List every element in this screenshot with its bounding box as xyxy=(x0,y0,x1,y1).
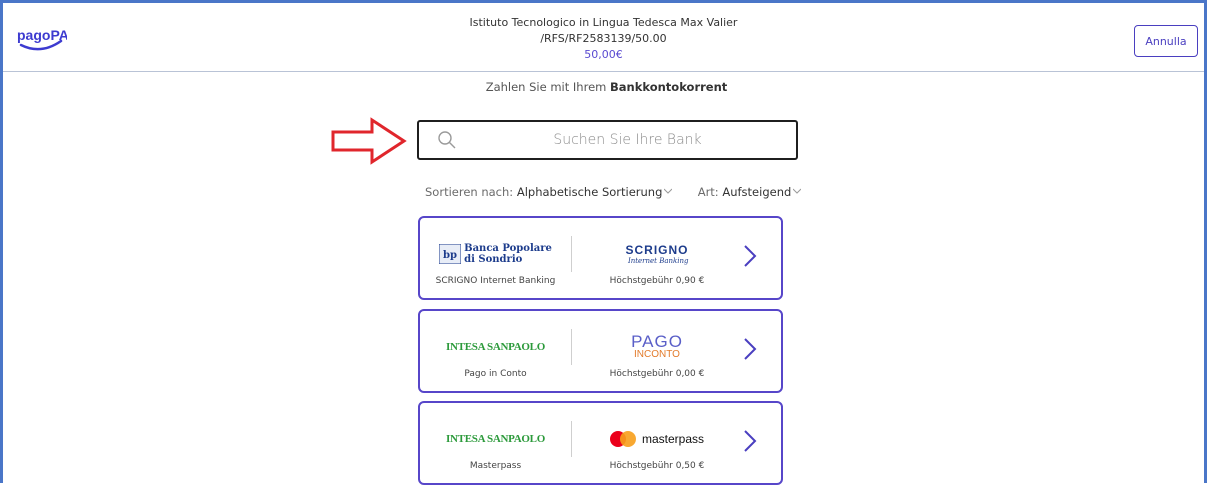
fee: Höchstgebühr 0,90 € xyxy=(609,276,705,286)
intesa-logo: INTESA SANPAOLO xyxy=(446,433,545,445)
bps-emblem-icon: bp xyxy=(439,244,462,264)
masterpass-logo-text: masterpass xyxy=(641,432,705,446)
pago-logo-text: PAGO xyxy=(631,332,683,351)
chevron-right-icon xyxy=(744,245,757,267)
chevron-right-icon xyxy=(744,338,757,360)
payment-amount: 50,00€ xyxy=(584,48,623,61)
order-dropdown[interactable]: Aufsteigend xyxy=(722,185,802,199)
sort-value: Alphabetische Sortierung xyxy=(516,185,663,199)
institution-name: Istituto Tecnologico in Lingua Tedesca M… xyxy=(469,16,738,29)
cancel-button[interactable]: Annulla xyxy=(1134,25,1198,57)
scrigno-logo-text: SCRIGNO xyxy=(625,243,689,257)
chevron-down-icon xyxy=(664,188,673,194)
fee: Höchstgebühr 0,50 € xyxy=(609,461,705,471)
bank-logo: bp Banca Popolare di Sondrio xyxy=(420,236,571,272)
bank-logo: INTESA SANPAOLO xyxy=(420,329,571,365)
order-value: Aufsteigend xyxy=(722,185,792,199)
bank-logo: INTESA SANPAOLO xyxy=(420,421,571,457)
intesa-logo: INTESA SANPAOLO xyxy=(446,341,545,353)
header: pagoPA Istituto Tecnologico in Lingua Te… xyxy=(3,3,1204,72)
subtitle-method: Bankkontokorrent xyxy=(610,80,728,94)
svg-text:bp: bp xyxy=(443,250,457,261)
pago-logo-subtext: INCONTO xyxy=(634,349,680,360)
intesa-logo-text: INTESA SANPAOLO xyxy=(446,341,545,353)
search-placeholder: Suchen Sie Ihre Bank xyxy=(553,132,702,148)
bank-search-input[interactable]: Suchen Sie Ihre Bank xyxy=(417,120,798,160)
service-name: SCRIGNO Internet Banking xyxy=(435,276,556,286)
annotation-arrow-icon xyxy=(331,117,407,165)
service-logo: PAGO INCONTO xyxy=(572,329,742,365)
chevron-right-icon xyxy=(744,430,757,452)
chevron-down-icon xyxy=(793,188,802,194)
payment-method-subtitle: Zahlen Sie mit Ihrem Bankkontokorrent xyxy=(0,80,1213,94)
bank-logo-line2: di Sondrio xyxy=(464,254,523,265)
service-logo: masterpass xyxy=(572,421,742,457)
bank-card[interactable]: INTESA SANPAOLO PAGO INCONTO Pago in Con… xyxy=(418,309,783,393)
payment-summary: Istituto Tecnologico in Lingua Tedesca M… xyxy=(3,15,1204,63)
service-logo: SCRIGNO Internet Banking xyxy=(572,236,742,272)
bank-card[interactable]: INTESA SANPAOLO masterpass Masterpass Hö… xyxy=(418,401,783,485)
scrigno-logo-subtext: Internet Banking xyxy=(627,257,689,265)
sort-label: Sortieren nach: xyxy=(425,185,514,199)
sort-bar: Sortieren nach: Alphabetische Sortierung… xyxy=(425,185,802,199)
order-label: Art: xyxy=(697,185,719,199)
mastercard-icon xyxy=(609,431,636,447)
intesa-logo-text: INTESA SANPAOLO xyxy=(446,433,545,445)
bank-logo-line1: Banca Popolare xyxy=(464,243,552,254)
bank-card[interactable]: bp Banca Popolare di Sondrio SCRIGNO Int… xyxy=(418,216,783,300)
service-name: Masterpass xyxy=(469,461,522,471)
payment-reference: /RFS/RF2583139/50.00 xyxy=(540,32,667,45)
service-name: Pago in Conto xyxy=(464,369,527,379)
sort-dropdown[interactable]: Alphabetische Sortierung xyxy=(517,185,676,199)
fee: Höchstgebühr 0,00 € xyxy=(609,369,705,379)
subtitle-prefix: Zahlen Sie mit Ihrem xyxy=(485,80,607,94)
